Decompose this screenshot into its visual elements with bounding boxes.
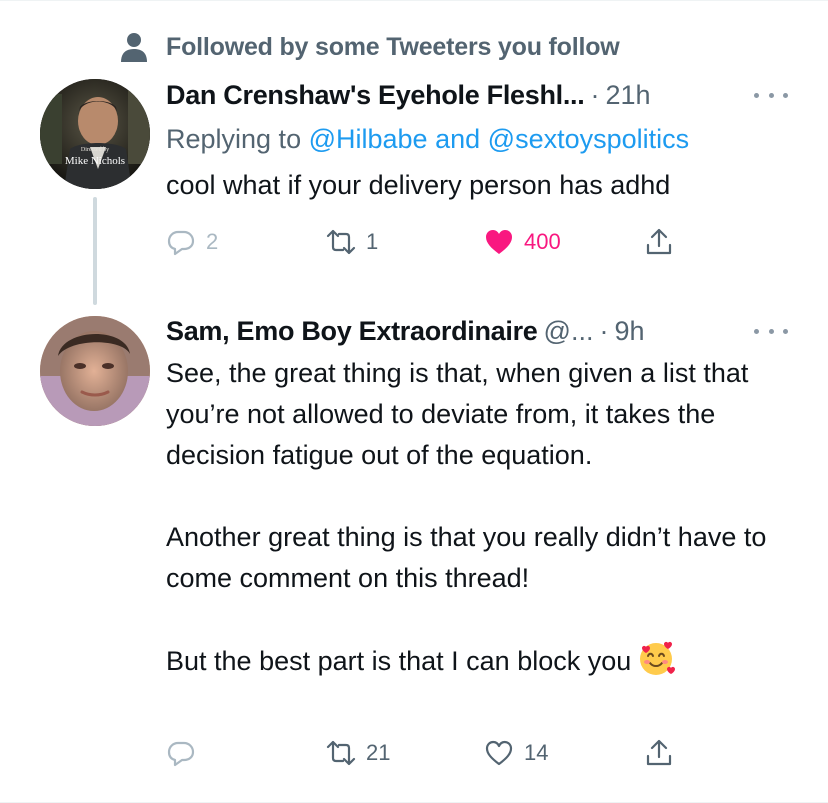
avatar-caption-small: Directed by [81,147,109,153]
replying-to-label: Replying to [166,124,302,154]
retweet-count: 21 [366,740,391,765]
reply-button[interactable]: 2 [166,227,218,257]
tweet-paragraph: cool what if your delivery person has ad… [166,170,671,200]
mention-link[interactable]: @sextoyspolitics [488,124,689,154]
thread-connector [93,197,97,305]
avatar-caption: Mike Nichols [65,155,125,167]
display-name[interactable]: Dan Crenshaw's Eyehole Fleshl... [166,80,585,111]
tweet-text: cool what if your delivery person has ad… [166,165,796,206]
timestamp[interactable]: 21h [605,80,650,111]
social-context-text: Followed by some Tweeters you follow [166,32,620,61]
tweet-paragraph: See, the great thing is that, when given… [166,358,749,470]
avatar[interactable]: Directed by Mike Nichols [40,79,150,189]
avatar-image: Directed by Mike Nichols [40,79,150,189]
mention-link[interactable]: @Hilbabe [309,124,428,154]
more-options-icon[interactable] [754,81,788,109]
separator: · [599,315,609,346]
retweet-icon [326,740,356,766]
reply-icon [167,741,195,767]
tweet[interactable]: Sam, Emo Boy Extraordinaire @... · 9h Se… [166,311,796,682]
tweet-paragraph: Another great thing is that you really d… [166,522,767,593]
retweet-button[interactable]: 1 [326,227,378,257]
reply-count: 2 [206,229,219,254]
retweet-count: 1 [366,229,379,254]
display-name[interactable]: Sam, Emo Boy Extraordinaire [166,316,538,347]
timestamp[interactable]: 9h [614,316,644,347]
like-button[interactable]: 400 [484,227,561,257]
heart-outline-icon [485,740,513,766]
share-icon [646,739,672,766]
share-button[interactable] [644,738,674,768]
avatar-image [40,316,150,426]
share-button[interactable] [644,227,674,257]
heart-filled-icon [486,230,512,254]
tweet-header: Sam, Emo Boy Extraordinaire @... · 9h [166,311,796,351]
retweet-icon [326,229,356,255]
tweet-text: See, the great thing is that, when given… [166,353,796,682]
avatar[interactable] [40,316,150,426]
tweet-paragraph-text: But the best part is that I can block yo… [166,646,632,676]
mention-conjunction: and [435,124,481,154]
tweet-thread: Followed by some Tweeters you follow Dir… [0,0,828,803]
like-button[interactable]: 14 [484,738,548,768]
reply-button[interactable] [166,738,206,768]
more-options-icon[interactable] [754,317,788,345]
smiling-face-with-hearts-icon [640,641,676,675]
like-count: 400 [524,229,561,254]
social-context: Followed by some Tweeters you follow [118,31,620,63]
tweet[interactable]: Dan Crenshaw's Eyehole Fleshl... · 21h R… [166,75,796,206]
share-icon [646,228,672,255]
tweet-paragraph: But the best part is that I can block yo… [166,640,796,682]
retweet-button[interactable]: 21 [326,738,390,768]
tweet-header: Dan Crenshaw's Eyehole Fleshl... · 21h [166,75,796,115]
reply-icon [167,230,195,256]
user-handle[interactable]: @... [544,316,594,347]
person-icon [121,33,147,62]
replying-to: Replying to @Hilbabe and @sextoyspolitic… [166,119,796,159]
like-count: 14 [524,740,549,765]
separator: · [590,79,600,110]
